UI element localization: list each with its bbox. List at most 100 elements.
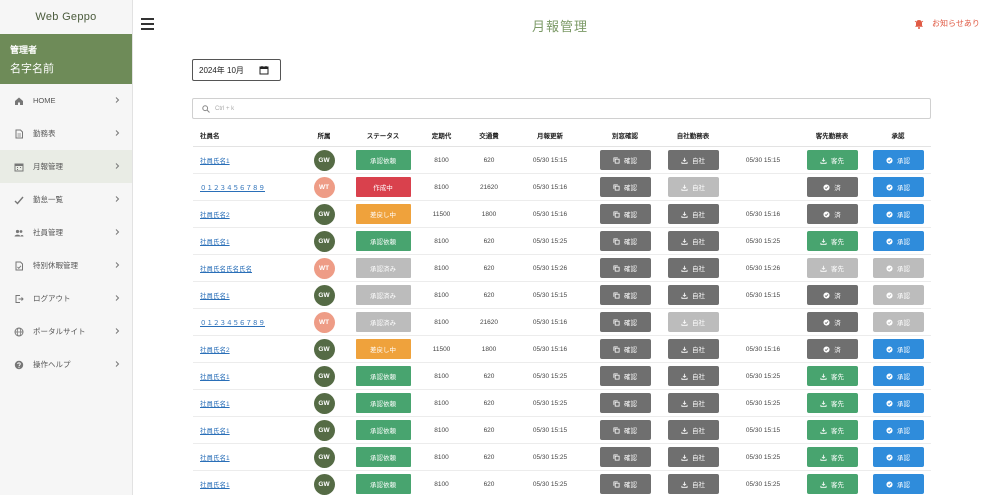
sidebar-item-5[interactable]: 特別休暇管理	[0, 249, 132, 282]
employee-name-link[interactable]: 社員氏名1	[200, 290, 230, 300]
client-sheet-done-button[interactable]: 済	[806, 204, 858, 224]
client-sheet-download-button[interactable]: 客先	[806, 366, 858, 386]
transport-cost-value: 21620	[479, 183, 499, 191]
client-sheet-download-button[interactable]: 客先	[806, 447, 858, 467]
client-sheet-download-button[interactable]: 客先	[806, 393, 858, 413]
employee-name-link[interactable]: 社員氏名1	[200, 371, 230, 381]
client-sheet-download-button[interactable]: 客先	[806, 231, 858, 251]
window-check-button[interactable]: 確認	[599, 204, 651, 224]
commuter-pass-value: 8100	[434, 426, 449, 434]
sidebar-item-label: 社員管理	[33, 228, 63, 237]
sidebar-item-8[interactable]: 操作ヘルプ	[0, 348, 132, 381]
updated-at-value: 05/30 15:25	[532, 453, 568, 461]
window-check-button[interactable]: 確認	[599, 258, 651, 278]
client-sheet-done-button[interactable]: 済	[806, 177, 858, 197]
approve-button[interactable]: 承認	[872, 474, 924, 494]
own-sheet-download-button[interactable]: 自社	[667, 366, 719, 386]
approve-button[interactable]: 承認	[872, 420, 924, 440]
affiliation-avatar: GW	[313, 392, 335, 414]
approve-button[interactable]: 承認	[872, 231, 924, 251]
check-circle-icon	[823, 291, 834, 299]
window-check-button[interactable]: 確認	[599, 231, 651, 251]
chevron-right-icon	[113, 96, 121, 104]
check-circle-icon	[886, 372, 897, 380]
brand-logo[interactable]: Web Geppo	[0, 0, 132, 34]
sidebar-item-4[interactable]: 社員管理	[0, 216, 132, 249]
notice-link[interactable]: お知らせあり	[914, 18, 980, 29]
col-header-status: ステータス	[366, 132, 400, 140]
approve-button[interactable]: 承認	[872, 150, 924, 170]
employee-name-link[interactable]: 社員氏名1	[200, 479, 230, 489]
own-sheet-download-button[interactable]: 自社	[667, 339, 719, 359]
client-sheet-download-button[interactable]: 客先	[806, 420, 858, 440]
col-header-own-date	[727, 123, 799, 146]
own-sheet-date: 05/30 15:25	[745, 399, 781, 407]
transport-cost-value: 620	[483, 237, 495, 245]
employee-name-link[interactable]: 社員氏名1	[200, 425, 230, 435]
window-check-button[interactable]: 確認	[599, 474, 651, 494]
hamburger-menu-icon[interactable]	[141, 18, 154, 30]
check-circle-icon	[886, 453, 897, 461]
own-sheet-download-button[interactable]: 自社	[667, 231, 719, 251]
client-sheet-done-button[interactable]: 済	[806, 312, 858, 332]
commuter-pass-value: 8100	[434, 156, 449, 164]
employee-name-link[interactable]: 社員氏名2	[200, 344, 230, 354]
approve-button[interactable]: 承認	[872, 393, 924, 413]
sidebar-item-0[interactable]: HOME	[0, 84, 132, 117]
own-sheet-date: 05/30 15:15	[745, 156, 781, 164]
own-sheet-download-button[interactable]: 自社	[667, 204, 719, 224]
employee-name-link[interactable]: 社員氏名1	[200, 452, 230, 462]
employee-name-link[interactable]: ０１２３４５６７８９	[200, 317, 265, 327]
own-sheet-download-button[interactable]: 自社	[667, 150, 719, 170]
client-sheet-done-button[interactable]: 済	[806, 285, 858, 305]
download-icon	[820, 454, 831, 461]
window-check-button[interactable]: 確認	[599, 312, 651, 332]
calendar-icon[interactable]	[259, 65, 269, 75]
client-sheet-done-button[interactable]: 済	[806, 339, 858, 359]
employee-name-link[interactable]: 社員氏名1	[200, 236, 230, 246]
own-sheet-date	[727, 174, 799, 200]
window-check-button[interactable]: 確認	[599, 285, 651, 305]
sidebar-item-6[interactable]: ログアウト	[0, 282, 132, 315]
own-sheet-download-button[interactable]: 自社	[667, 258, 719, 278]
window-check-button[interactable]: 確認	[599, 177, 651, 197]
own-sheet-date	[727, 309, 799, 335]
employee-name-link[interactable]: ０１２３４５６７８９	[200, 182, 265, 192]
employee-name-link[interactable]: 社員氏名氏名氏名	[200, 263, 252, 273]
approve-button[interactable]: 承認	[872, 204, 924, 224]
employee-name-link[interactable]: 社員氏名2	[200, 209, 230, 219]
sidebar-item-label: 操作ヘルプ	[33, 360, 71, 369]
commuter-pass-value: 8100	[434, 183, 449, 191]
sidebar-item-3[interactable]: 勤怠一覧	[0, 183, 132, 216]
own-sheet-download-button[interactable]: 自社	[667, 420, 719, 440]
own-sheet-download-button[interactable]: 自社	[667, 285, 719, 305]
col-header-updated: 月報更新	[537, 132, 563, 140]
window-check-button[interactable]: 確認	[599, 393, 651, 413]
approve-button[interactable]: 承認	[872, 366, 924, 386]
sidebar-item-1[interactable]: 勤務表	[0, 117, 132, 150]
window-check-button[interactable]: 確認	[599, 339, 651, 359]
sidebar-item-7[interactable]: ポータルサイト	[0, 315, 132, 348]
client-sheet-download-button[interactable]: 客先	[806, 474, 858, 494]
col-header-approve: 承認	[891, 132, 905, 140]
own-sheet-download-button[interactable]: 自社	[667, 474, 719, 494]
sidebar-item-2[interactable]: 月報管理	[0, 150, 132, 183]
own-sheet-date: 05/30 15:15	[745, 291, 781, 299]
approve-button[interactable]: 承認	[872, 339, 924, 359]
own-sheet-download-button[interactable]: 自社	[667, 393, 719, 413]
commuter-pass-value: 8100	[434, 399, 449, 407]
employee-name-link[interactable]: 社員氏名1	[200, 398, 230, 408]
approve-button[interactable]: 承認	[872, 177, 924, 197]
search-input[interactable]: Ctrl + k	[192, 98, 931, 119]
window-check-button[interactable]: 確認	[599, 420, 651, 440]
approve-button[interactable]: 承認	[872, 447, 924, 467]
month-picker[interactable]: 2024年 10月	[192, 59, 281, 81]
client-sheet-download-button[interactable]: 客先	[806, 150, 858, 170]
employee-name-link[interactable]: 社員氏名1	[200, 155, 230, 165]
own-sheet-download-button[interactable]: 自社	[667, 447, 719, 467]
transport-cost-value: 21620	[479, 318, 499, 326]
window-check-button[interactable]: 確認	[599, 447, 651, 467]
window-check-button[interactable]: 確認	[599, 150, 651, 170]
window-check-button[interactable]: 確認	[599, 366, 651, 386]
check-circle-icon	[886, 291, 897, 299]
